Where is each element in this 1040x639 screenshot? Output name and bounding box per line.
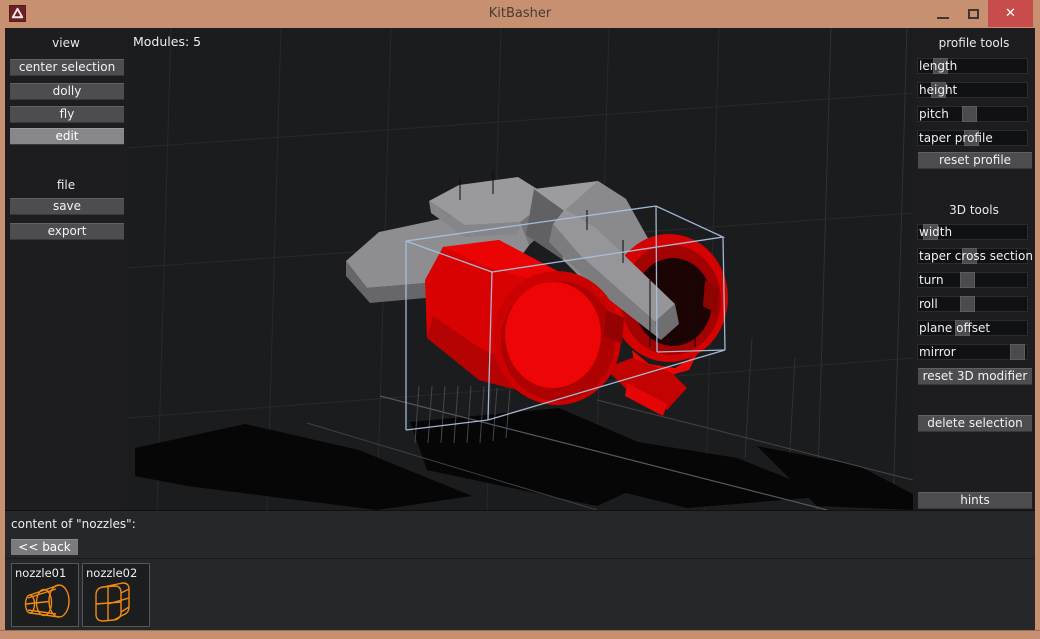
maximize-icon <box>968 9 979 19</box>
nozzle01-wireframe-icon <box>18 580 74 624</box>
slider-plane-offset[interactable]: plane offset <box>913 320 1035 336</box>
close-button[interactable]: ✕ <box>988 0 1033 27</box>
slider-width[interactable]: width <box>913 224 1035 240</box>
slider-label: turn <box>919 273 944 287</box>
window-border-bottom <box>0 630 1040 639</box>
left-toolbar: view center selection dolly fly edit fil… <box>5 28 127 510</box>
reset-profile-button[interactable]: reset profile <box>918 152 1032 169</box>
module-name-label: nozzle01 <box>15 566 66 580</box>
window-title: KitBasher <box>0 6 1040 21</box>
dolly-button[interactable]: dolly <box>10 83 124 100</box>
slider-label: plane offset <box>919 321 990 335</box>
view-section-header: view <box>5 36 127 50</box>
minimize-button[interactable] <box>928 0 958 27</box>
close-icon: ✕ <box>1005 6 1016 21</box>
delete-selection-button[interactable]: delete selection <box>918 415 1032 432</box>
slider-handle[interactable] <box>962 106 977 122</box>
export-button[interactable]: export <box>10 223 124 240</box>
content-browser-panel: content of "nozzles": << back nozzle01 <box>5 510 1035 630</box>
content-path-label: content of "nozzles": <box>11 517 136 531</box>
hints-button[interactable]: hints <box>918 492 1032 509</box>
fly-button[interactable]: fly <box>10 106 124 123</box>
slider-label: width <box>919 225 952 239</box>
3d-tools-header: 3D tools <box>913 203 1035 217</box>
module-name-label: nozzle02 <box>86 566 137 580</box>
window-border-right <box>1035 28 1040 630</box>
slider-pitch[interactable]: pitch <box>913 106 1035 122</box>
save-button[interactable]: save <box>10 198 124 215</box>
right-toolbar: profile tools length height pitch taper … <box>913 28 1035 510</box>
slider-turn[interactable]: turn <box>913 272 1035 288</box>
module-tile-nozzle01[interactable]: nozzle01 <box>11 563 79 627</box>
center-selection-button[interactable]: center selection <box>10 59 124 76</box>
main-content: view center selection dolly fly edit fil… <box>5 28 1035 630</box>
slider-height[interactable]: height <box>913 82 1035 98</box>
slider-label: pitch <box>919 107 949 121</box>
back-button[interactable]: << back <box>11 539 78 555</box>
profile-tools-header: profile tools <box>913 36 1035 50</box>
titlebar[interactable]: KitBasher ✕ <box>0 0 1040 28</box>
slider-label: length <box>919 59 957 73</box>
slider-taper-profile[interactable]: taper profile <box>913 130 1035 146</box>
reset-3d-modifier-button[interactable]: reset 3D modifier <box>918 368 1032 385</box>
file-section-header: file <box>5 178 127 192</box>
viewport-3d-scene <box>127 28 913 510</box>
slider-roll[interactable]: roll <box>913 296 1035 312</box>
slider-label: taper cross section <box>919 249 1033 263</box>
viewport-3d[interactable]: Modules: 5 <box>127 28 913 510</box>
maximize-button[interactable] <box>958 0 988 27</box>
slider-length[interactable]: length <box>913 58 1035 74</box>
slider-handle[interactable] <box>960 272 975 288</box>
edit-button[interactable]: edit <box>10 128 124 145</box>
module-tile-nozzle02[interactable]: nozzle02 <box>82 563 150 627</box>
slider-label: height <box>919 83 957 97</box>
slider-label: taper profile <box>919 131 993 145</box>
minimize-icon <box>937 17 949 19</box>
window-border-left <box>0 28 5 630</box>
slider-taper-cross-section[interactable]: taper cross section <box>913 248 1035 264</box>
slider-label: mirror <box>919 345 956 359</box>
module-tile-row: nozzle01 <box>5 558 1035 631</box>
slider-mirror[interactable]: mirror <box>913 344 1035 360</box>
modules-count-label: Modules: 5 <box>133 34 201 49</box>
slider-handle[interactable] <box>960 296 975 312</box>
slider-handle[interactable] <box>1010 344 1025 360</box>
slider-label: roll <box>919 297 938 311</box>
app-window: KitBasher ✕ view center selection dolly … <box>0 0 1040 639</box>
nozzle02-wireframe-icon <box>89 580 145 624</box>
